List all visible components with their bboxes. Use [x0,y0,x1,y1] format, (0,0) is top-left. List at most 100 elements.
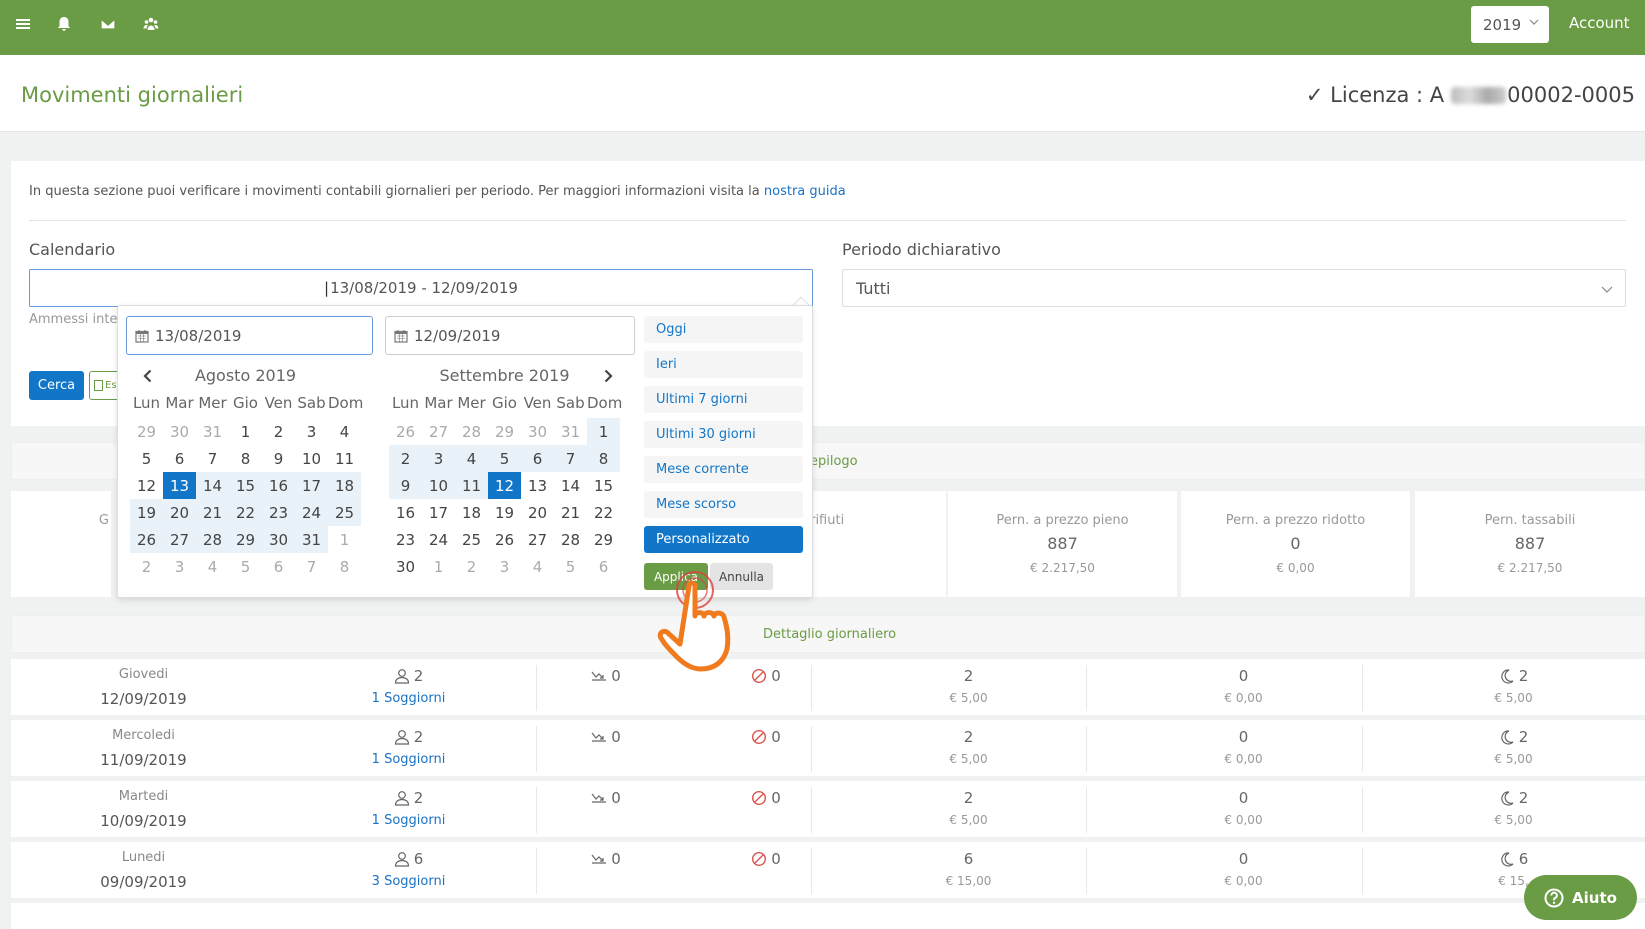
calendar-day[interactable]: 3 [422,445,455,472]
calendar-day[interactable]: 3 [295,418,328,445]
calendar-day[interactable]: 10 [295,445,328,472]
calendar-day[interactable]: 2 [389,445,422,472]
calendar-day[interactable]: 15 [587,472,620,499]
calendar-day[interactable]: 2 [262,418,295,445]
calendar-day[interactable]: 7 [295,553,328,580]
calendar-day[interactable]: 7 [196,445,229,472]
calendar-day[interactable]: 19 [488,499,521,526]
soggiorni-link[interactable]: 1 Soggiorni [276,691,541,706]
calendar-day[interactable]: 4 [521,553,554,580]
calendar-day[interactable]: 2 [130,553,163,580]
calendar-day[interactable]: 28 [196,526,229,553]
calendar-day[interactable]: 23 [389,526,422,553]
calendar-day[interactable]: 4 [328,418,361,445]
year-select[interactable]: 2019 [1471,6,1549,43]
calendar-day[interactable]: 6 [262,553,295,580]
calendar-day[interactable]: 11 [455,472,488,499]
calendar-day[interactable]: 8 [229,445,262,472]
calendar-day[interactable]: 26 [389,418,422,445]
calendar-day[interactable]: 15 [229,472,262,499]
calendar-day[interactable]: 1 [587,418,620,445]
calendar-day[interactable]: 10 [422,472,455,499]
soggiorni-link[interactable]: 1 Soggiorni [276,752,541,767]
calendar-day[interactable]: 5 [130,445,163,472]
calendar-day[interactable]: 25 [455,526,488,553]
calendar-day[interactable]: 28 [554,526,587,553]
calendar-day[interactable]: 5 [229,553,262,580]
calendar-day[interactable]: 24 [422,526,455,553]
periodo-select[interactable]: Tutti [842,269,1626,307]
calendar-day[interactable]: 29 [488,418,521,445]
calendar-day[interactable]: 22 [229,499,262,526]
calendar-day[interactable]: 29 [130,418,163,445]
calendar-day[interactable]: 8 [587,445,620,472]
calendar-day[interactable]: 18 [328,472,361,499]
preset-range-item[interactable]: Oggi [644,316,803,343]
preset-range-item[interactable]: Ieri [644,351,803,378]
calendar-day[interactable]: 30 [262,526,295,553]
calendar-day[interactable]: 3 [488,553,521,580]
next-month-icon[interactable] [601,369,615,383]
calendar-day[interactable]: 28 [455,418,488,445]
calendar-day[interactable]: 14 [196,472,229,499]
calendar-day[interactable]: 1 [328,526,361,553]
calendar-day[interactable]: 20 [521,499,554,526]
calendar-day[interactable]: 30 [389,553,422,580]
calendar-day[interactable]: 1 [229,418,262,445]
calendar-day[interactable]: 3 [163,553,196,580]
preset-range-item[interactable]: Mese corrente [644,456,803,483]
calendar-day[interactable]: 27 [521,526,554,553]
calendar-day[interactable]: 9 [262,445,295,472]
calendar-day[interactable]: 31 [554,418,587,445]
calendar-day[interactable]: 29 [229,526,262,553]
date-range-input[interactable]: | 13/08/2019 - 12/09/2019 [29,269,813,307]
search-button[interactable]: Cerca [29,371,84,400]
calendar-day[interactable]: 31 [196,418,229,445]
end-date-input[interactable]: 12/09/2019 [385,316,635,355]
help-button[interactable]: Aiuto [1524,875,1637,920]
account-link[interactable]: Account [1569,14,1630,32]
calendar-day[interactable]: 29 [587,526,620,553]
calendar-day[interactable]: 31 [295,526,328,553]
calendar-day[interactable]: 26 [488,526,521,553]
calendar-day[interactable]: 5 [554,553,587,580]
calendar-day[interactable]: 11 [328,445,361,472]
soggiorni-link[interactable]: 1 Soggiorni [276,813,541,828]
calendar-day[interactable]: 12 [130,472,163,499]
calendar-day[interactable]: 24 [295,499,328,526]
users-icon[interactable] [141,14,161,34]
calendar-day[interactable]: 6 [587,553,620,580]
calendar-day[interactable]: 20 [163,499,196,526]
preset-range-item[interactable]: Ultimi 30 giorni [644,421,803,448]
calendar-day[interactable]: 14 [554,472,587,499]
calendar-day[interactable]: 6 [521,445,554,472]
calendar-day[interactable]: 27 [422,418,455,445]
calendar-day[interactable]: 2 [455,553,488,580]
calendar-day[interactable]: 30 [521,418,554,445]
calendar-day[interactable]: 25 [328,499,361,526]
preset-range-item[interactable]: Mese scorso [644,491,803,518]
calendar-day[interactable]: 4 [196,553,229,580]
mail-icon[interactable] [98,14,118,34]
calendar-day[interactable]: 9 [389,472,422,499]
calendar-day[interactable]: 17 [422,499,455,526]
guide-link[interactable]: nostra guida [764,184,846,199]
calendar-day[interactable]: 6 [163,445,196,472]
calendar-day[interactable]: 12 [488,472,521,499]
calendar-day[interactable]: 5 [488,445,521,472]
calendar-day[interactable]: 16 [389,499,422,526]
calendar-day[interactable]: 13 [521,472,554,499]
preset-range-item[interactable]: Ultimi 7 giorni [644,386,803,413]
calendar-day[interactable]: 13 [163,472,196,499]
calendar-day[interactable]: 19 [130,499,163,526]
calendar-day[interactable]: 21 [554,499,587,526]
calendar-day[interactable]: 27 [163,526,196,553]
preset-range-item[interactable]: Personalizzato [644,526,803,553]
calendar-day[interactable]: 16 [262,472,295,499]
calendar-day[interactable]: 22 [587,499,620,526]
calendar-day[interactable]: 1 [422,553,455,580]
bell-icon[interactable] [54,14,74,34]
calendar-day[interactable]: 26 [130,526,163,553]
calendar-day[interactable]: 8 [328,553,361,580]
calendar-day[interactable]: 21 [196,499,229,526]
